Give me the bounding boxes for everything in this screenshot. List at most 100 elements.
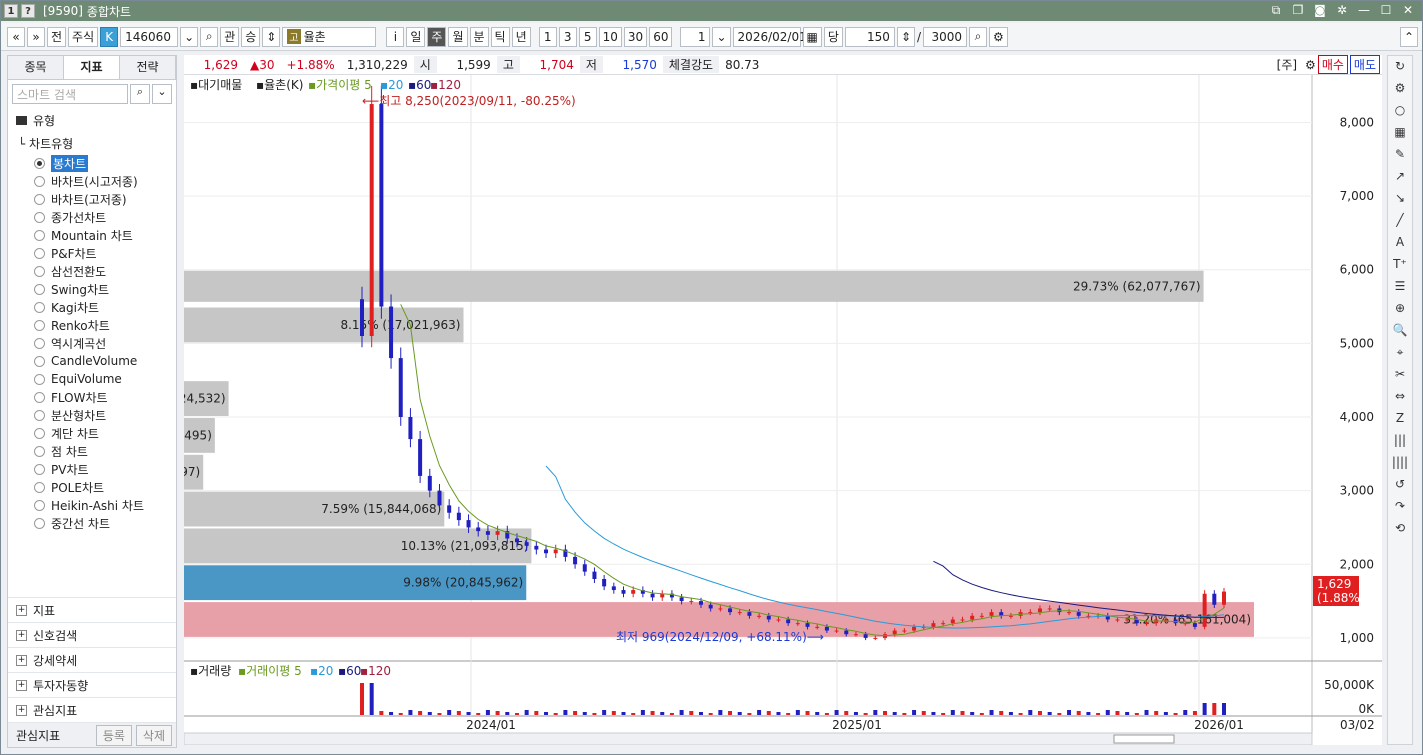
chart-type-option[interactable]: Mountain 차트 [8, 226, 176, 244]
radio-icon[interactable] [34, 175, 45, 187]
tool-icon[interactable]: ⇔ [1389, 386, 1411, 407]
chart-type-option[interactable]: 봉차트 [8, 154, 176, 172]
period-minute[interactable]: 분 [469, 26, 489, 47]
tool-icon[interactable]: ⊕ [1389, 298, 1411, 319]
interval-60[interactable]: 60 [649, 26, 673, 47]
calendar-icon[interactable]: ▦ [802, 26, 822, 47]
radio-icon[interactable] [34, 301, 45, 313]
name-field[interactable]: 고 율촌 [282, 26, 377, 47]
search-icon[interactable]: ⌕ [130, 84, 150, 104]
footer-fav[interactable]: + 관심지표 [8, 697, 176, 722]
tool-icon[interactable]: ↘ [1389, 188, 1411, 209]
code-input[interactable]: 146060 [120, 26, 179, 47]
date-input[interactable]: 2026/02/01 [732, 26, 807, 47]
seung-button[interactable]: 승 [241, 26, 261, 47]
radio-icon[interactable] [34, 355, 45, 367]
chart-type-option[interactable]: 종가선차트 [8, 208, 176, 226]
max-input[interactable]: 3000 [923, 26, 968, 47]
period-month[interactable]: 월 [448, 26, 468, 47]
tool-icon[interactable]: ||| [1389, 430, 1411, 451]
footer-indicator[interactable]: + 지표 [8, 597, 176, 622]
interval-10[interactable]: 10 [598, 26, 622, 47]
radio-icon[interactable] [34, 445, 45, 457]
minimize-icon[interactable]: — [1356, 3, 1372, 18]
bars-spinner-icon[interactable]: ⇕ [896, 26, 915, 47]
tool-icon[interactable]: ✎ [1389, 144, 1411, 165]
chart-type-option[interactable]: 계단 차트 [8, 424, 176, 442]
chart-type-option[interactable]: EquiVolume [8, 370, 176, 388]
chart-area[interactable]: 8,000 7,000 6,000 5,000 4,000 3,000 2,000 1,000… [88, 75, 1382, 746]
footer-signal[interactable]: + 신호검색 [8, 622, 176, 647]
tool-icon[interactable]: ↺ [1389, 474, 1411, 495]
prev-screen-button[interactable]: 전 [47, 26, 67, 47]
radio-icon[interactable] [34, 391, 45, 403]
delete-button[interactable]: 삭제 [135, 724, 172, 746]
search-icon[interactable]: ⌕ [200, 26, 219, 47]
tool-icon[interactable]: ⚙ [1389, 78, 1411, 99]
tool-icon[interactable]: ↗ [1389, 166, 1411, 187]
toolbar-collapse-icon[interactable]: ⌃ [1399, 26, 1418, 47]
tab-indicator[interactable]: 지표 [64, 56, 120, 79]
radio-icon[interactable] [34, 283, 45, 295]
chart-type-option[interactable]: 삼선전환도 [8, 262, 176, 280]
zoom-icon[interactable]: ⌕ [969, 26, 988, 47]
radio-icon[interactable] [34, 409, 45, 421]
maximize-icon[interactable]: ☐ [1378, 3, 1394, 18]
tool-icon[interactable]: |||| [1389, 452, 1411, 473]
period-week[interactable]: 주 [427, 26, 447, 47]
radio-icon[interactable] [34, 499, 45, 511]
expand-icon[interactable]: ⌄ [152, 84, 172, 104]
info-button[interactable]: i [386, 26, 405, 47]
code-dropdown-icon[interactable]: ⌄ [180, 26, 199, 47]
chart-type-option[interactable]: Renko차트 [8, 316, 176, 334]
unit-label[interactable]: [주] [1271, 56, 1303, 73]
radio-icon[interactable] [34, 211, 45, 223]
interval-30[interactable]: 30 [623, 26, 648, 47]
buy-button[interactable]: 매수 [1317, 55, 1348, 74]
toolbar-gear-icon[interactable]: ⚙ [989, 26, 1008, 47]
k-badge[interactable]: K [100, 26, 119, 47]
copy-icon[interactable]: ❐ [1290, 3, 1306, 18]
tool-icon[interactable]: ○ [1389, 100, 1411, 121]
radio-icon[interactable] [34, 337, 45, 349]
chart-type-option[interactable]: 중간선 차트 [8, 514, 176, 532]
footer-strength[interactable]: + 강세약세 [8, 647, 176, 672]
tool-icon[interactable]: ↻ [1389, 56, 1411, 77]
chart-type-option[interactable]: Swing차트 [8, 280, 176, 298]
tool-icon[interactable]: 🔍 [1389, 320, 1411, 341]
nav-next-button[interactable]: » [27, 26, 45, 47]
sell-button[interactable]: 매도 [1349, 55, 1380, 74]
interval-5[interactable]: 5 [578, 26, 597, 47]
chart-type-option[interactable]: P&F차트 [8, 244, 176, 262]
radio-icon[interactable] [34, 517, 45, 529]
radio-icon[interactable] [34, 229, 45, 241]
nav-prev-button[interactable]: « [7, 26, 25, 47]
radio-icon[interactable] [34, 463, 45, 475]
tool-icon[interactable]: ▦ [1389, 122, 1411, 143]
tool-icon[interactable]: ☰ [1389, 276, 1411, 297]
chart-type-option[interactable]: POLE차트 [8, 478, 176, 496]
spinner-icon[interactable]: ⇕ [262, 26, 281, 47]
type-header[interactable]: 유형 [8, 108, 176, 133]
help-button[interactable]: ? [21, 4, 35, 18]
tool-icon[interactable]: A [1389, 232, 1411, 253]
radio-icon[interactable] [34, 427, 45, 439]
dang-button[interactable]: 당 [823, 26, 843, 47]
tool-icon[interactable]: ⌖ [1389, 342, 1411, 363]
count-dropdown-icon[interactable]: ⌄ [712, 26, 731, 47]
radio-icon[interactable] [34, 157, 45, 169]
count-input[interactable]: 1 [680, 26, 711, 47]
period-day[interactable]: 일 [406, 26, 426, 47]
window-number-button[interactable]: 1 [4, 4, 18, 18]
chart-type-option[interactable]: 바차트(시고저종) [8, 172, 176, 190]
register-button[interactable]: 등록 [95, 724, 132, 746]
radio-icon[interactable] [34, 319, 45, 331]
chart-type-option[interactable]: 역시계곡선 [8, 334, 176, 352]
screenshot-icon[interactable]: ◙ [1312, 3, 1328, 18]
chart-type-option[interactable]: 분산형차트 [8, 406, 176, 424]
tool-icon[interactable]: Z [1389, 408, 1411, 429]
tool-icon[interactable]: ╱ [1389, 210, 1411, 231]
tool-icon[interactable]: T⁺ [1389, 254, 1411, 275]
footer-investor[interactable]: + 투자자동향 [8, 672, 176, 697]
radio-icon[interactable] [34, 481, 45, 493]
